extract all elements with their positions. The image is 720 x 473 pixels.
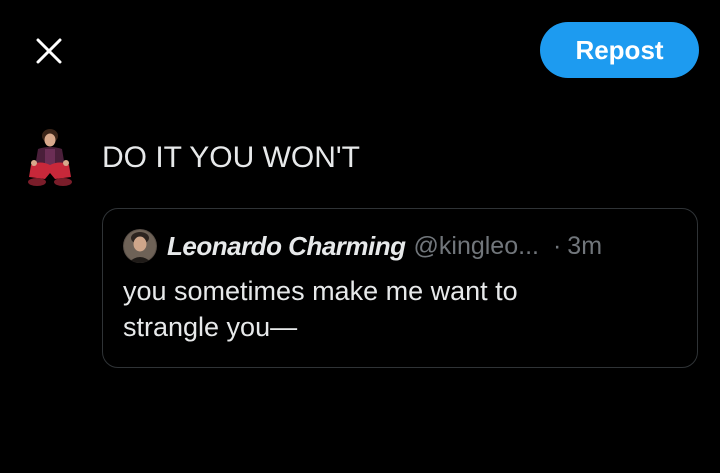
close-button[interactable]	[30, 32, 68, 70]
close-icon	[36, 38, 62, 64]
quoted-post-display-name[interactable]: Leonardo Charming	[167, 231, 406, 262]
quoted-post-avatar[interactable]	[123, 229, 157, 263]
compose-text[interactable]: DO IT YOU WON'T	[102, 139, 360, 177]
user-avatar[interactable]	[25, 127, 75, 189]
separator-dot: ·	[552, 231, 562, 260]
avatar-image	[123, 229, 157, 263]
repost-button[interactable]: Repost	[540, 22, 699, 78]
quoted-post-handle[interactable]: @kingleo...	[414, 232, 539, 261]
quoted-post-card[interactable]: Leonardo Charming @kingleo... · 3m you s…	[102, 208, 698, 368]
quoted-post-header: Leonardo Charming @kingleo... · 3m	[123, 229, 679, 263]
quoted-post-body: you sometimes make me want to strangle y…	[123, 276, 518, 342]
avatar-image	[25, 127, 75, 189]
quoted-post-timestamp[interactable]: 3m	[567, 232, 602, 261]
